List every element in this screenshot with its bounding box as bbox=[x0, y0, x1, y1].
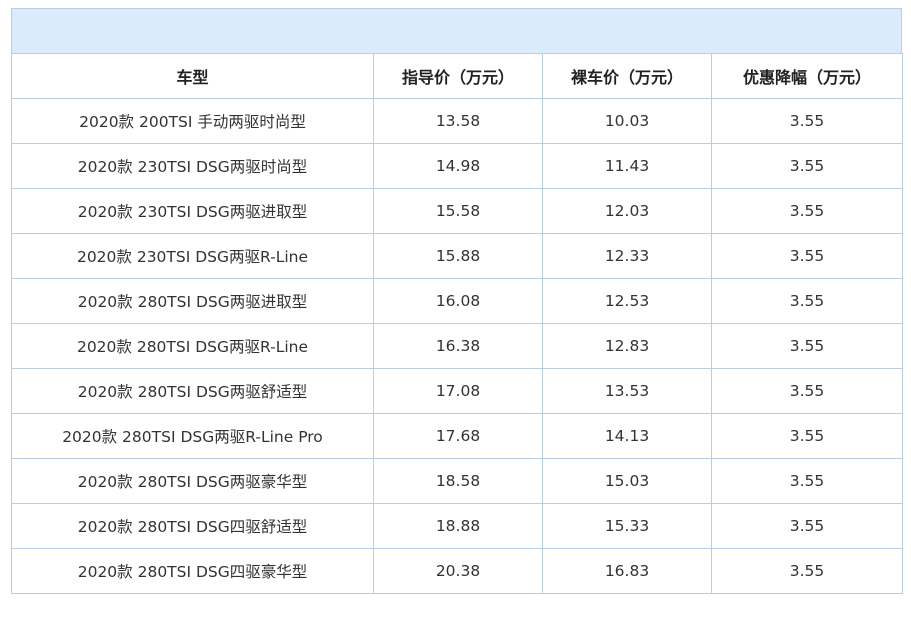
cell-street-price: 13.53 bbox=[542, 368, 712, 414]
cell-street-price: 15.03 bbox=[542, 458, 712, 504]
cell-discount: 3.55 bbox=[711, 323, 903, 369]
price-table: 车型 指导价（万元） 裸车价（万元） 优惠降幅（万元） 2020款 200TSI… bbox=[11, 53, 903, 594]
cell-discount: 3.55 bbox=[711, 233, 903, 279]
cell-msrp: 16.38 bbox=[373, 323, 543, 369]
table-row: 2020款 280TSI DSG两驱R-Line Pro 17.68 14.13 3.… bbox=[11, 413, 903, 459]
cell-model: 2020款 230TSI DSG两驱时尚型 bbox=[11, 143, 374, 189]
cell-discount: 3.55 bbox=[711, 458, 903, 504]
cell-street-price: 10.03 bbox=[542, 98, 712, 144]
cell-msrp: 16.08 bbox=[373, 278, 543, 324]
cell-street-price: 15.33 bbox=[542, 503, 712, 549]
cell-model: 2020款 200TSI 手动两驱时尚型 bbox=[11, 98, 374, 144]
cell-model: 2020款 230TSI DSG两驱进取型 bbox=[11, 188, 374, 234]
table-row: 2020款 280TSI DSG四驱豪华型 20.38 16.83 3.55 bbox=[11, 548, 903, 594]
table-row: 2020款 280TSI DSG两驱豪华型 18.58 15.03 3.55 bbox=[11, 458, 903, 504]
cell-msrp: 15.88 bbox=[373, 233, 543, 279]
table-caption-bar bbox=[11, 8, 902, 53]
table-header-row: 车型 指导价（万元） 裸车价（万元） 优惠降幅（万元） bbox=[11, 53, 903, 99]
cell-street-price: 12.53 bbox=[542, 278, 712, 324]
cell-model: 2020款 280TSI DSG两驱豪华型 bbox=[11, 458, 374, 504]
cell-msrp: 20.38 bbox=[373, 548, 543, 594]
table-row: 2020款 280TSI DSG两驱R-Line 16.38 12.83 3.55 bbox=[11, 323, 903, 369]
cell-street-price: 16.83 bbox=[542, 548, 712, 594]
table-row: 2020款 230TSI DSG两驱时尚型 14.98 11.43 3.55 bbox=[11, 143, 903, 189]
cell-discount: 3.55 bbox=[711, 143, 903, 189]
table-row: 2020款 280TSI DSG两驱进取型 16.08 12.53 3.55 bbox=[11, 278, 903, 324]
header-model: 车型 bbox=[11, 53, 374, 99]
table-row: 2020款 280TSI DSG四驱舒适型 18.88 15.33 3.55 bbox=[11, 503, 903, 549]
cell-msrp: 18.88 bbox=[373, 503, 543, 549]
cell-street-price: 12.33 bbox=[542, 233, 712, 279]
cell-model: 2020款 280TSI DSG两驱舒适型 bbox=[11, 368, 374, 414]
header-msrp: 指导价（万元） bbox=[373, 53, 543, 99]
cell-msrp: 15.58 bbox=[373, 188, 543, 234]
cell-discount: 3.55 bbox=[711, 278, 903, 324]
cell-msrp: 17.68 bbox=[373, 413, 543, 459]
header-street-price: 裸车价（万元） bbox=[542, 53, 712, 99]
cell-street-price: 11.43 bbox=[542, 143, 712, 189]
price-table-container: 车型 指导价（万元） 裸车价（万元） 优惠降幅（万元） 2020款 200TSI… bbox=[11, 8, 903, 594]
cell-model: 2020款 280TSI DSG四驱豪华型 bbox=[11, 548, 374, 594]
table-row: 2020款 230TSI DSG两驱进取型 15.58 12.03 3.55 bbox=[11, 188, 903, 234]
cell-model: 2020款 280TSI DSG两驱R-Line Pro bbox=[11, 413, 374, 459]
cell-discount: 3.55 bbox=[711, 413, 903, 459]
table-row: 2020款 200TSI 手动两驱时尚型 13.58 10.03 3.55 bbox=[11, 98, 903, 144]
table-row: 2020款 280TSI DSG两驱舒适型 17.08 13.53 3.55 bbox=[11, 368, 903, 414]
cell-msrp: 17.08 bbox=[373, 368, 543, 414]
table-row: 2020款 230TSI DSG两驱R-Line 15.88 12.33 3.55 bbox=[11, 233, 903, 279]
cell-msrp: 18.58 bbox=[373, 458, 543, 504]
cell-street-price: 12.83 bbox=[542, 323, 712, 369]
cell-model: 2020款 280TSI DSG两驱R-Line bbox=[11, 323, 374, 369]
cell-discount: 3.55 bbox=[711, 548, 903, 594]
cell-discount: 3.55 bbox=[711, 503, 903, 549]
cell-model: 2020款 280TSI DSG四驱舒适型 bbox=[11, 503, 374, 549]
cell-model: 2020款 280TSI DSG两驱进取型 bbox=[11, 278, 374, 324]
header-discount: 优惠降幅（万元） bbox=[711, 53, 903, 99]
cell-street-price: 12.03 bbox=[542, 188, 712, 234]
cell-discount: 3.55 bbox=[711, 188, 903, 234]
cell-discount: 3.55 bbox=[711, 368, 903, 414]
cell-discount: 3.55 bbox=[711, 98, 903, 144]
cell-msrp: 13.58 bbox=[373, 98, 543, 144]
cell-msrp: 14.98 bbox=[373, 143, 543, 189]
cell-street-price: 14.13 bbox=[542, 413, 712, 459]
cell-model: 2020款 230TSI DSG两驱R-Line bbox=[11, 233, 374, 279]
